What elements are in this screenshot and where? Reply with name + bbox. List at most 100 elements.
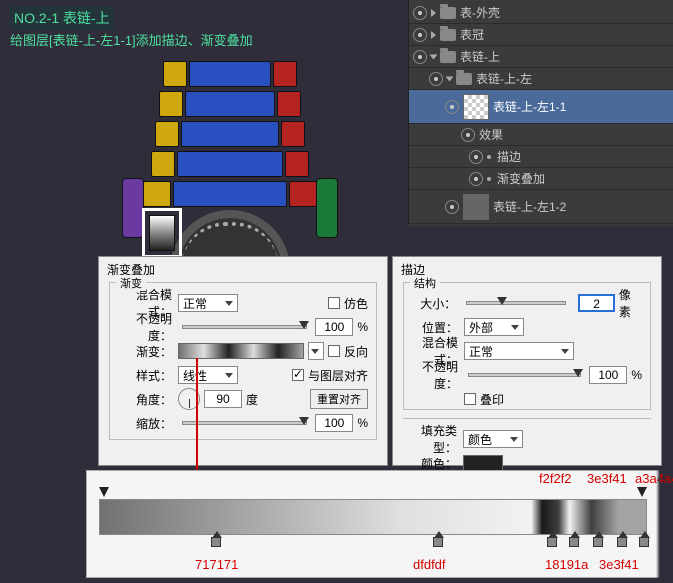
position-label: 位置：: [412, 319, 460, 336]
color-stop[interactable]: [617, 537, 627, 547]
layer-thumb-icon: [463, 94, 489, 120]
reverse-checkbox[interactable]: [328, 345, 340, 357]
color-label: 颜色：: [411, 455, 459, 472]
size-input[interactable]: 2: [578, 294, 615, 312]
reset-align-button[interactable]: 重置对齐: [310, 389, 368, 409]
annotation-title: NO.2-1 表链-上: [10, 6, 114, 30]
color-swatch[interactable]: [463, 455, 503, 471]
gradient-overlay-panel: 渐变叠加 渐变 混合模式： 正常 仿色 不透明度： 100 % 渐变： 反向 样…: [98, 256, 388, 466]
opacity-label: 不透明度：: [412, 358, 460, 392]
folder-icon: [440, 7, 456, 19]
style-select[interactable]: 线性: [178, 366, 238, 384]
visibility-icon[interactable]: [469, 150, 483, 164]
visibility-icon[interactable]: [413, 6, 427, 20]
size-slider[interactable]: [466, 301, 566, 305]
layer-label: 表链-上-左1-1: [493, 98, 566, 115]
visibility-icon[interactable]: [413, 28, 427, 42]
align-label: 与图层对齐: [308, 367, 368, 384]
layer-label: 渐变叠加: [497, 170, 545, 187]
stop-value: 18191a: [545, 557, 588, 572]
arrow-icon: [196, 358, 198, 488]
scale-slider[interactable]: [182, 421, 307, 425]
align-checkbox[interactable]: [292, 369, 304, 381]
opacity-slider[interactable]: [182, 325, 307, 329]
layer-row-selected[interactable]: 表链-上-左1-1: [409, 90, 673, 124]
expand-icon[interactable]: [431, 31, 436, 39]
opacity-stop[interactable]: [99, 487, 109, 497]
color-stop[interactable]: [547, 537, 557, 547]
size-label: 大小：: [412, 295, 458, 312]
angle-unit: 度: [246, 391, 258, 408]
visibility-icon[interactable]: [429, 72, 443, 86]
layer-row[interactable]: 表-外壳: [409, 2, 673, 24]
stop-value: dfdfdf: [413, 557, 446, 572]
gradient-dropdown[interactable]: [308, 342, 324, 360]
layer-fx-row[interactable]: 效果: [409, 124, 673, 146]
layer-label: 表-外壳: [460, 4, 500, 21]
folder-icon: [456, 73, 472, 85]
color-stop[interactable]: [569, 537, 579, 547]
layers-panel: 表-外壳 表冠 表链-上 表链-上-左 表链-上-左1-1 效果 描边 渐变叠加: [408, 0, 673, 224]
overprint-checkbox[interactable]: [464, 393, 476, 405]
blend-mode-select[interactable]: 正常: [178, 294, 238, 312]
pct-label: %: [631, 368, 642, 382]
gradient-editor: f2f2f2 3e3f41 a3a4a4 717171 dfdfdf 18191…: [86, 470, 660, 578]
blend-mode-select[interactable]: 正常: [464, 342, 574, 360]
pct-label: %: [357, 416, 368, 430]
color-stop[interactable]: [593, 537, 603, 547]
annotation-subtitle: 给图层[表链-上-左1-1]添加描边、渐变叠加: [10, 30, 253, 49]
bullet-icon: [487, 177, 491, 181]
visibility-icon[interactable]: [469, 172, 483, 186]
layer-label: 表链-上-左: [476, 70, 532, 87]
dither-label: 仿色: [344, 295, 368, 312]
layer-label: 效果: [479, 126, 503, 143]
scale-input[interactable]: 100: [315, 414, 353, 432]
stop-value: 3e3f41: [599, 557, 639, 572]
position-select[interactable]: 外部: [464, 318, 524, 336]
size-unit: 像素: [619, 286, 642, 320]
group-legend: 结构: [410, 275, 440, 291]
layer-label: 描边: [497, 148, 521, 165]
pct-label: %: [357, 320, 368, 334]
folder-icon: [440, 51, 456, 63]
layer-fx-row[interactable]: 渐变叠加: [409, 168, 673, 190]
folder-icon: [440, 29, 456, 41]
stop-value: a3a4a4: [635, 471, 673, 486]
fill-type-select[interactable]: 颜色: [463, 430, 523, 448]
color-stop[interactable]: [433, 537, 443, 547]
gradient-bar[interactable]: [99, 499, 647, 535]
gradient-swatch[interactable]: [178, 343, 304, 359]
layer-row[interactable]: 表链-上-左1-2: [409, 190, 673, 224]
layer-row[interactable]: 表链-上: [409, 46, 673, 68]
dither-checkbox[interactable]: [328, 297, 340, 309]
layer-row[interactable]: 表链-上-左: [409, 68, 673, 90]
visibility-icon[interactable]: [445, 100, 459, 114]
highlighted-link-icon: [142, 208, 182, 258]
opacity-input[interactable]: 100: [589, 366, 627, 384]
reverse-label: 反向: [344, 343, 368, 360]
style-label: 样式：: [118, 367, 174, 384]
stop-value: 717171: [195, 557, 238, 572]
stop-value: f2f2f2: [539, 471, 572, 486]
visibility-icon[interactable]: [445, 200, 459, 214]
opacity-stop[interactable]: [637, 487, 647, 497]
opacity-input[interactable]: 100: [315, 318, 353, 336]
overprint-label: 叠印: [480, 391, 504, 408]
color-stop[interactable]: [211, 537, 221, 547]
opacity-slider[interactable]: [468, 373, 581, 377]
expand-icon[interactable]: [446, 76, 454, 81]
visibility-icon[interactable]: [413, 50, 427, 64]
expand-icon[interactable]: [431, 9, 436, 17]
layer-row[interactable]: 表冠: [409, 24, 673, 46]
expand-icon[interactable]: [430, 54, 438, 59]
watch-link-illustration: [130, 60, 330, 245]
bullet-icon: [487, 155, 491, 159]
layer-label: 表冠: [460, 26, 484, 43]
angle-label: 角度：: [118, 391, 174, 408]
color-stop[interactable]: [639, 537, 649, 547]
angle-input[interactable]: 90: [204, 390, 242, 408]
layer-fx-row[interactable]: 描边: [409, 146, 673, 168]
gradient-label: 渐变：: [118, 343, 174, 360]
stop-value: 3e3f41: [587, 471, 627, 486]
visibility-icon[interactable]: [461, 128, 475, 142]
